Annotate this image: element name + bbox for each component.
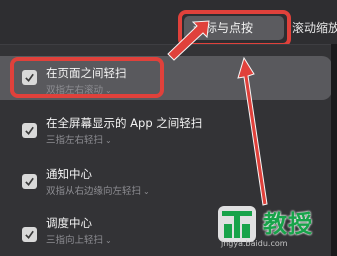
watermark-brand: 教授 [263, 210, 313, 238]
arrow-to-row-icon [167, 20, 210, 61]
watermark-url: jngya.baidu.com [221, 239, 288, 248]
watermark: 教授 jngya.baidu.com [215, 198, 335, 254]
trackpad-preferences-window: 光标与点按 滚动缩放 在页面之间轻扫 双指左右滚动 ⌄ 在全屏幕显示的 App 之… [0, 0, 337, 256]
arrow-to-tab-icon [237, 56, 268, 206]
